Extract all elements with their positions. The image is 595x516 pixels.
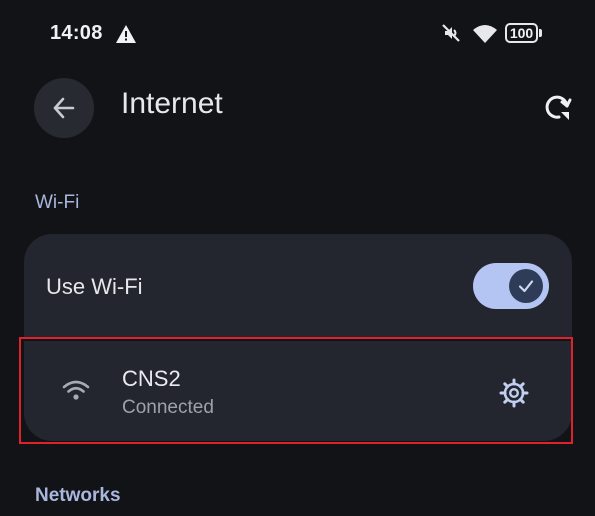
arrow-left-icon [53, 97, 75, 119]
mute-icon [442, 24, 460, 42]
page-title: Internet [121, 87, 223, 120]
battery-level: 100 [509, 25, 534, 41]
wifi-signal-icon [62, 380, 90, 400]
wifi-icon [473, 25, 497, 43]
gear-icon [499, 378, 529, 408]
toggle-thumb [509, 269, 543, 303]
refresh-icon [545, 95, 572, 120]
use-wifi-toggle[interactable] [473, 263, 549, 309]
status-bar: 14:08 100 [0, 0, 595, 68]
network-item-cns2[interactable]: CNS2 Connected [24, 341, 572, 441]
network-status: Connected [122, 397, 214, 418]
use-wifi-row[interactable]: Use Wi-Fi [24, 234, 572, 338]
network-name: CNS2 [122, 366, 181, 391]
use-wifi-label: Use Wi-Fi [46, 274, 143, 299]
refresh-button[interactable] [538, 88, 578, 128]
back-button[interactable] [34, 78, 94, 138]
section-label-wifi: Wi-Fi [35, 192, 80, 213]
check-icon [518, 280, 534, 293]
alert-icon [116, 25, 136, 43]
battery-icon: 100 [505, 23, 543, 45]
network-settings-button[interactable] [494, 373, 534, 413]
section-label-networks: Networks [35, 485, 121, 506]
status-time: 14:08 [50, 22, 103, 44]
